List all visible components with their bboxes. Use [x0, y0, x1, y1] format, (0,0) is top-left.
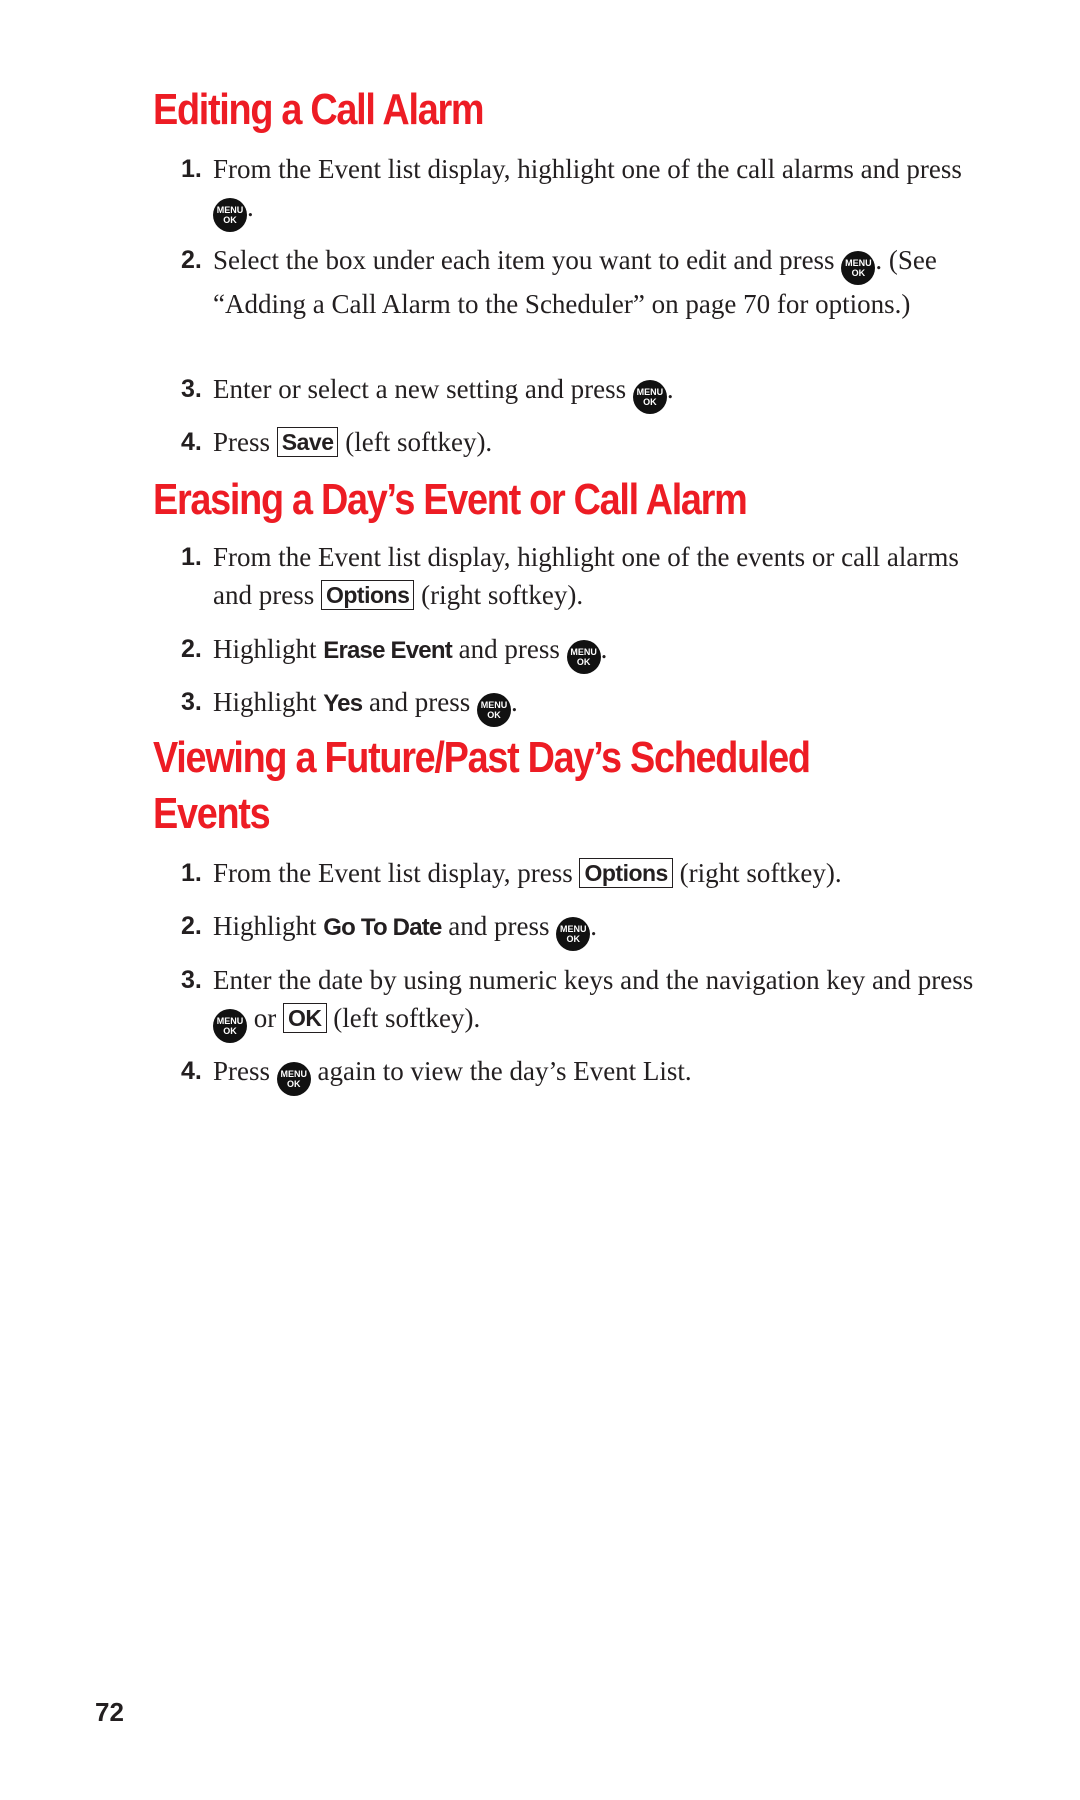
step-text: and press	[362, 687, 477, 717]
list-item: 2. Select the box under each item you wa…	[181, 241, 981, 323]
step-text: (left softkey).	[326, 1003, 481, 1033]
list-item: 1. From the Event list display, highligh…	[181, 150, 981, 232]
options-softkey: Options	[320, 580, 415, 610]
step-number: 2.	[181, 246, 202, 274]
step-number: 2.	[181, 912, 202, 940]
heading-editing-call-alarm: Editing a Call Alarm	[153, 85, 485, 134]
menu-ok-key-icon: MENU OK	[632, 380, 667, 414]
step-text: Press	[213, 427, 277, 457]
step-number: 3.	[181, 688, 202, 716]
step-text: (left softkey).	[338, 427, 493, 457]
step-text: Select the box under each item you want …	[213, 245, 842, 275]
step-text: or	[247, 1003, 283, 1033]
step-text: .	[600, 634, 608, 664]
step-text: Highlight	[213, 911, 324, 941]
list-item: 4. Press Save (left softkey).	[181, 423, 981, 461]
list-item: 2. Highlight Erase Event and press MENU O…	[181, 630, 981, 674]
menu-ok-key-icon: MENU OK	[213, 198, 247, 232]
list-item: 3. Enter or select a new setting and pre…	[181, 370, 981, 414]
step-text: From the Event list display, press	[213, 858, 580, 888]
page-number: 72	[95, 1697, 124, 1727]
step-text: and press	[451, 634, 567, 664]
step-text: Enter the date by using numeric keys and…	[213, 965, 974, 995]
step-text: .	[247, 192, 254, 222]
list-item: 4. Press MENU OK again to view the day’s …	[181, 1052, 981, 1096]
ok-softkey: OK	[283, 1003, 327, 1033]
heading-viewing-scheduled-events: Viewing a Future/Past Day’s Scheduled	[153, 733, 811, 782]
menu-option-label: Go To Date	[323, 914, 442, 941]
options-softkey: Options	[579, 858, 673, 888]
step-number: 2.	[181, 635, 202, 663]
step-text: again to view the day’s Event List.	[310, 1056, 692, 1086]
list-item: 2. Highlight Go To Date and press MENU OK…	[181, 907, 981, 951]
step-number: 1.	[181, 155, 202, 183]
step-text: (right softkey).	[672, 858, 842, 888]
menu-option-label: Yes	[323, 690, 363, 717]
step-text: (right softkey).	[414, 580, 584, 610]
menu-ok-key-icon: MENU OK	[213, 1009, 247, 1043]
menu-ok-key-icon: MENU OK	[276, 1062, 311, 1096]
menu-ok-key-icon: MENU OK	[476, 693, 511, 727]
list-item: 3. Highlight Yes and press MENU OK.	[181, 683, 981, 727]
step-number: 3.	[181, 966, 202, 994]
menu-ok-key-icon: MENU OK	[556, 917, 591, 951]
list-item: 3. Enter the date by using numeric keys …	[181, 961, 981, 1043]
step-text: Highlight	[213, 634, 324, 664]
step-number: 1.	[181, 543, 202, 571]
step-text: From the Event list display, highlight o…	[213, 154, 962, 184]
list-item: 1. From the Event list display, highligh…	[181, 538, 981, 614]
step-number: 4.	[181, 428, 202, 456]
menu-ok-key-icon: MENU OK	[566, 640, 601, 674]
step-text: .	[510, 687, 518, 717]
step-text: Enter or select a new setting and press	[213, 374, 633, 404]
step-number: 1.	[181, 859, 202, 887]
step-text: .	[590, 911, 597, 941]
step-number: 4.	[181, 1057, 202, 1085]
step-text: and press	[441, 911, 557, 941]
menu-option-label: Erase Event	[323, 637, 452, 664]
manual-page: Editing a Call Alarm 1. From the Event l…	[0, 0, 1080, 1800]
menu-ok-key-icon: MENU OK	[841, 251, 876, 285]
step-text: Press	[213, 1056, 277, 1086]
heading-erasing-event: Erasing a Day’s Event or Call Alarm	[153, 475, 748, 524]
step-text: .	[666, 374, 674, 404]
save-softkey: Save	[276, 427, 339, 457]
heading-viewing-scheduled-events-line2: Events	[153, 789, 271, 838]
step-text: Highlight	[213, 687, 324, 717]
list-item: 1. From the Event list display, press Op…	[181, 854, 981, 892]
step-number: 3.	[181, 375, 202, 403]
